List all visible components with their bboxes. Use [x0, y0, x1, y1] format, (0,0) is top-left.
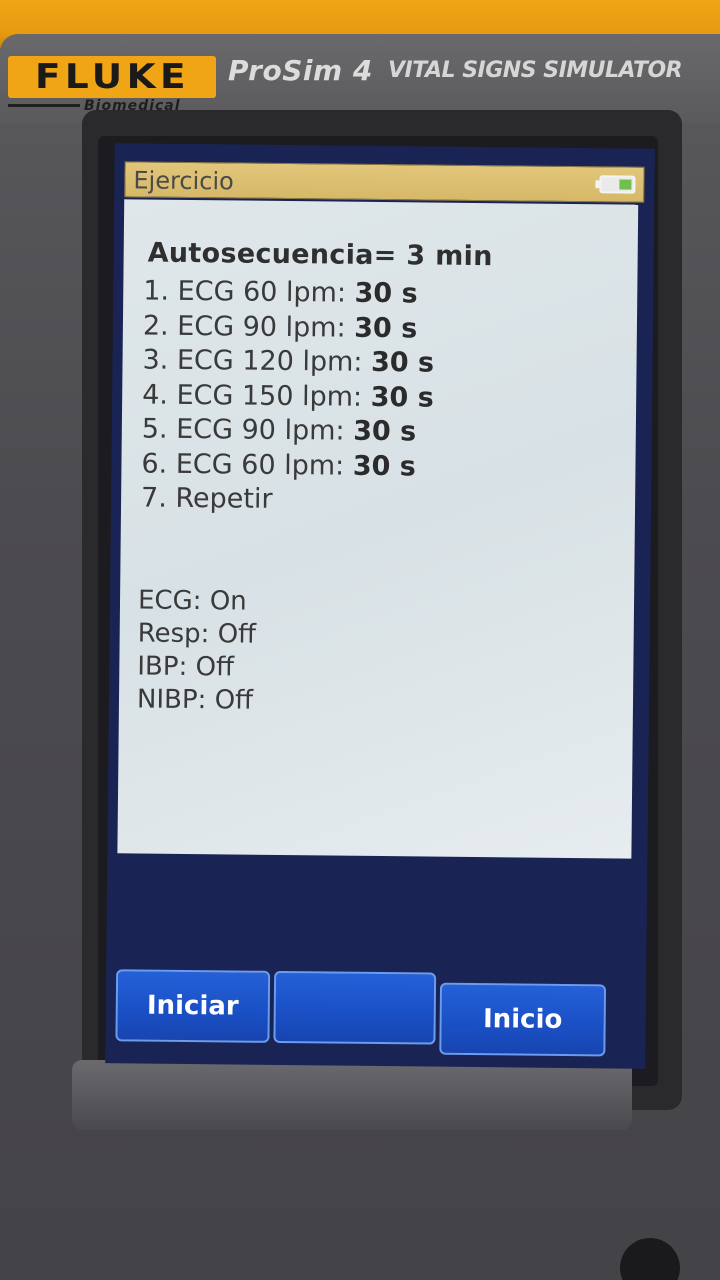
start-button[interactable]: Iniciar [115, 969, 271, 1043]
content-panel: Autosecuencia= 3 min 1. ECG 60 lpm: 30 s… [117, 199, 639, 859]
device-description: VITAL SIGNS SIMULATOR [388, 58, 683, 83]
bezel-lower-lip [72, 1060, 632, 1130]
sequence-steps: 1. ECG 60 lpm: 30 s 2. ECG 90 lpm: 30 s … [141, 276, 435, 521]
channel-status: ECG: On Resp: Off IBP: Off NIBP: Off [137, 585, 257, 718]
brand-logo: FLUKE [8, 56, 216, 98]
home-button[interactable]: Inicio [439, 982, 607, 1057]
list-item: 6. ECG 60 lpm: 30 s [141, 447, 417, 482]
step-duration: 30 s [370, 381, 434, 414]
status-nibp: NIBP: Off [136, 684, 254, 716]
list-item: 4. ECG 150 lpm: 30 s [142, 378, 434, 414]
device-model: ProSim 4 [228, 54, 373, 87]
brand-divider [8, 104, 80, 107]
device-knob [620, 1238, 680, 1280]
blank-softkey[interactable] [273, 970, 437, 1045]
list-item: 1. ECG 60 lpm: 30 s [143, 275, 418, 310]
sequence-heading: Autosecuencia= 3 min [147, 237, 493, 273]
step-duration: 30 s [354, 312, 418, 344]
lcd-screen: Ejercicio Autosecuencia= 3 min 1. ECG 60… [105, 143, 655, 1069]
step-duration: 30 s [352, 415, 417, 448]
simulator-device: FLUKE Biomedical ProSim 4 VITAL SIGNS SI… [0, 0, 720, 1280]
list-item: 7. Repetir [140, 482, 273, 515]
status-ibp: IBP: Off [137, 651, 235, 683]
screen-titlebar: Ejercicio [124, 161, 645, 203]
status-resp: Resp: Off [137, 618, 257, 650]
step-duration: 30 s [354, 277, 418, 310]
battery-level [619, 179, 632, 190]
list-item: 2. ECG 90 lpm: 30 s [142, 310, 418, 344]
step-duration: 30 s [352, 450, 417, 482]
battery-icon [599, 175, 636, 194]
list-item: 3. ECG 120 lpm: 30 s [142, 344, 435, 379]
brand-name: FLUKE [34, 57, 190, 97]
list-item: 5. ECG 90 lpm: 30 s [141, 413, 417, 448]
step-duration: 30 s [370, 346, 435, 379]
softkey-bar: Iniciar Inicio [105, 969, 646, 1065]
screen-title: Ejercicio [133, 166, 234, 196]
status-ecg: ECG: On [137, 585, 247, 617]
